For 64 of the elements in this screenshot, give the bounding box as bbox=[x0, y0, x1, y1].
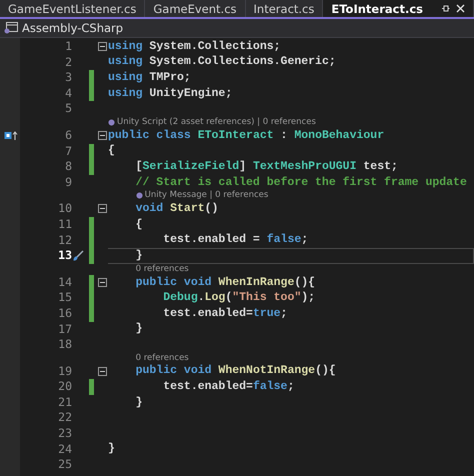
code-line: // Start is called before the first frame update bbox=[134, 176, 467, 190]
line-number: 11 bbox=[57, 216, 72, 233]
line-number: 14 bbox=[57, 274, 72, 290]
unity-icon bbox=[136, 192, 143, 200]
line-number: 10 bbox=[57, 201, 72, 217]
code-line: using UnityEngine; bbox=[108, 86, 232, 101]
code-line: test.enabled = false; bbox=[162, 233, 308, 248]
close-icon[interactable] bbox=[456, 4, 465, 13]
code-line: using System.Collections.Generic; bbox=[108, 55, 336, 70]
line-number: 16 bbox=[57, 306, 72, 322]
code-line: { bbox=[134, 218, 143, 232]
codelens-text[interactable]: 0 references bbox=[136, 352, 189, 364]
pin-icon[interactable] bbox=[441, 4, 450, 13]
brush-icon[interactable] bbox=[72, 250, 84, 262]
line-number: 21 bbox=[57, 394, 72, 410]
line-number: 19 bbox=[57, 364, 72, 380]
codelens-text[interactable]: Unity Message | 0 references bbox=[144, 190, 268, 202]
line-number: 5 bbox=[64, 101, 72, 117]
code-line: } bbox=[108, 442, 115, 456]
line-number: 8 bbox=[64, 159, 72, 175]
line-number: 4 bbox=[64, 86, 72, 102]
line-number: 20 bbox=[57, 379, 72, 395]
code-line: } bbox=[134, 396, 143, 410]
line-number: 3 bbox=[64, 70, 72, 86]
code-line: [SerializeField] TextMeshProUGUI test; bbox=[134, 160, 398, 174]
line-number: 13 bbox=[57, 248, 72, 264]
code-line: using System.Collections; bbox=[108, 40, 281, 54]
code-line: } bbox=[134, 322, 143, 336]
collapse-icon[interactable] bbox=[98, 204, 106, 214]
code-line: test.enabled=true; bbox=[162, 306, 288, 321]
codelens-text[interactable]: 0 references bbox=[136, 264, 189, 275]
line-number: 2 bbox=[64, 54, 72, 70]
line-number: 24 bbox=[57, 442, 72, 458]
code-line: public void WhenNotInRange(){ bbox=[134, 364, 336, 378]
line-number: 1 bbox=[64, 39, 72, 55]
line-number: 22 bbox=[57, 410, 72, 426]
project-icon bbox=[4, 22, 18, 34]
line-number: 17 bbox=[57, 322, 72, 338]
code-line: { bbox=[108, 144, 115, 158]
line-number: 9 bbox=[64, 174, 72, 190]
line-number: 25 bbox=[57, 457, 72, 473]
file-tab[interactable]: Interact.cs bbox=[246, 0, 324, 17]
unity-icon bbox=[108, 118, 115, 126]
line-number: 18 bbox=[57, 337, 72, 353]
codelens-text[interactable]: Unity Script (2 asset references) | 0 references bbox=[117, 116, 316, 128]
code-line: void Start() bbox=[134, 202, 218, 216]
collapse-icon[interactable] bbox=[98, 366, 106, 376]
line-number: 7 bbox=[64, 144, 72, 160]
line-number: 6 bbox=[64, 128, 72, 144]
project-name[interactable]: Assembly-CSharp bbox=[22, 21, 124, 35]
code-line: } bbox=[134, 248, 143, 263]
line-number: 15 bbox=[57, 290, 72, 306]
override-icon[interactable] bbox=[4, 131, 18, 140]
collapse-icon[interactable] bbox=[98, 42, 106, 51]
code-line: public void WhenInRange(){ bbox=[134, 276, 316, 290]
code-line: using TMPro; bbox=[108, 70, 191, 85]
collapse-icon[interactable] bbox=[98, 278, 106, 287]
code-line: public class EToInteract : MonoBehaviour bbox=[108, 128, 384, 143]
file-tab[interactable]: EToInteract.cs bbox=[323, 0, 474, 17]
line-number: 12 bbox=[57, 232, 72, 248]
code-line: Debug.Log("This too"); bbox=[162, 291, 316, 306]
line-number: 23 bbox=[57, 426, 72, 442]
code-line: test.enabled=false; bbox=[162, 380, 294, 394]
collapse-icon[interactable] bbox=[98, 130, 106, 140]
